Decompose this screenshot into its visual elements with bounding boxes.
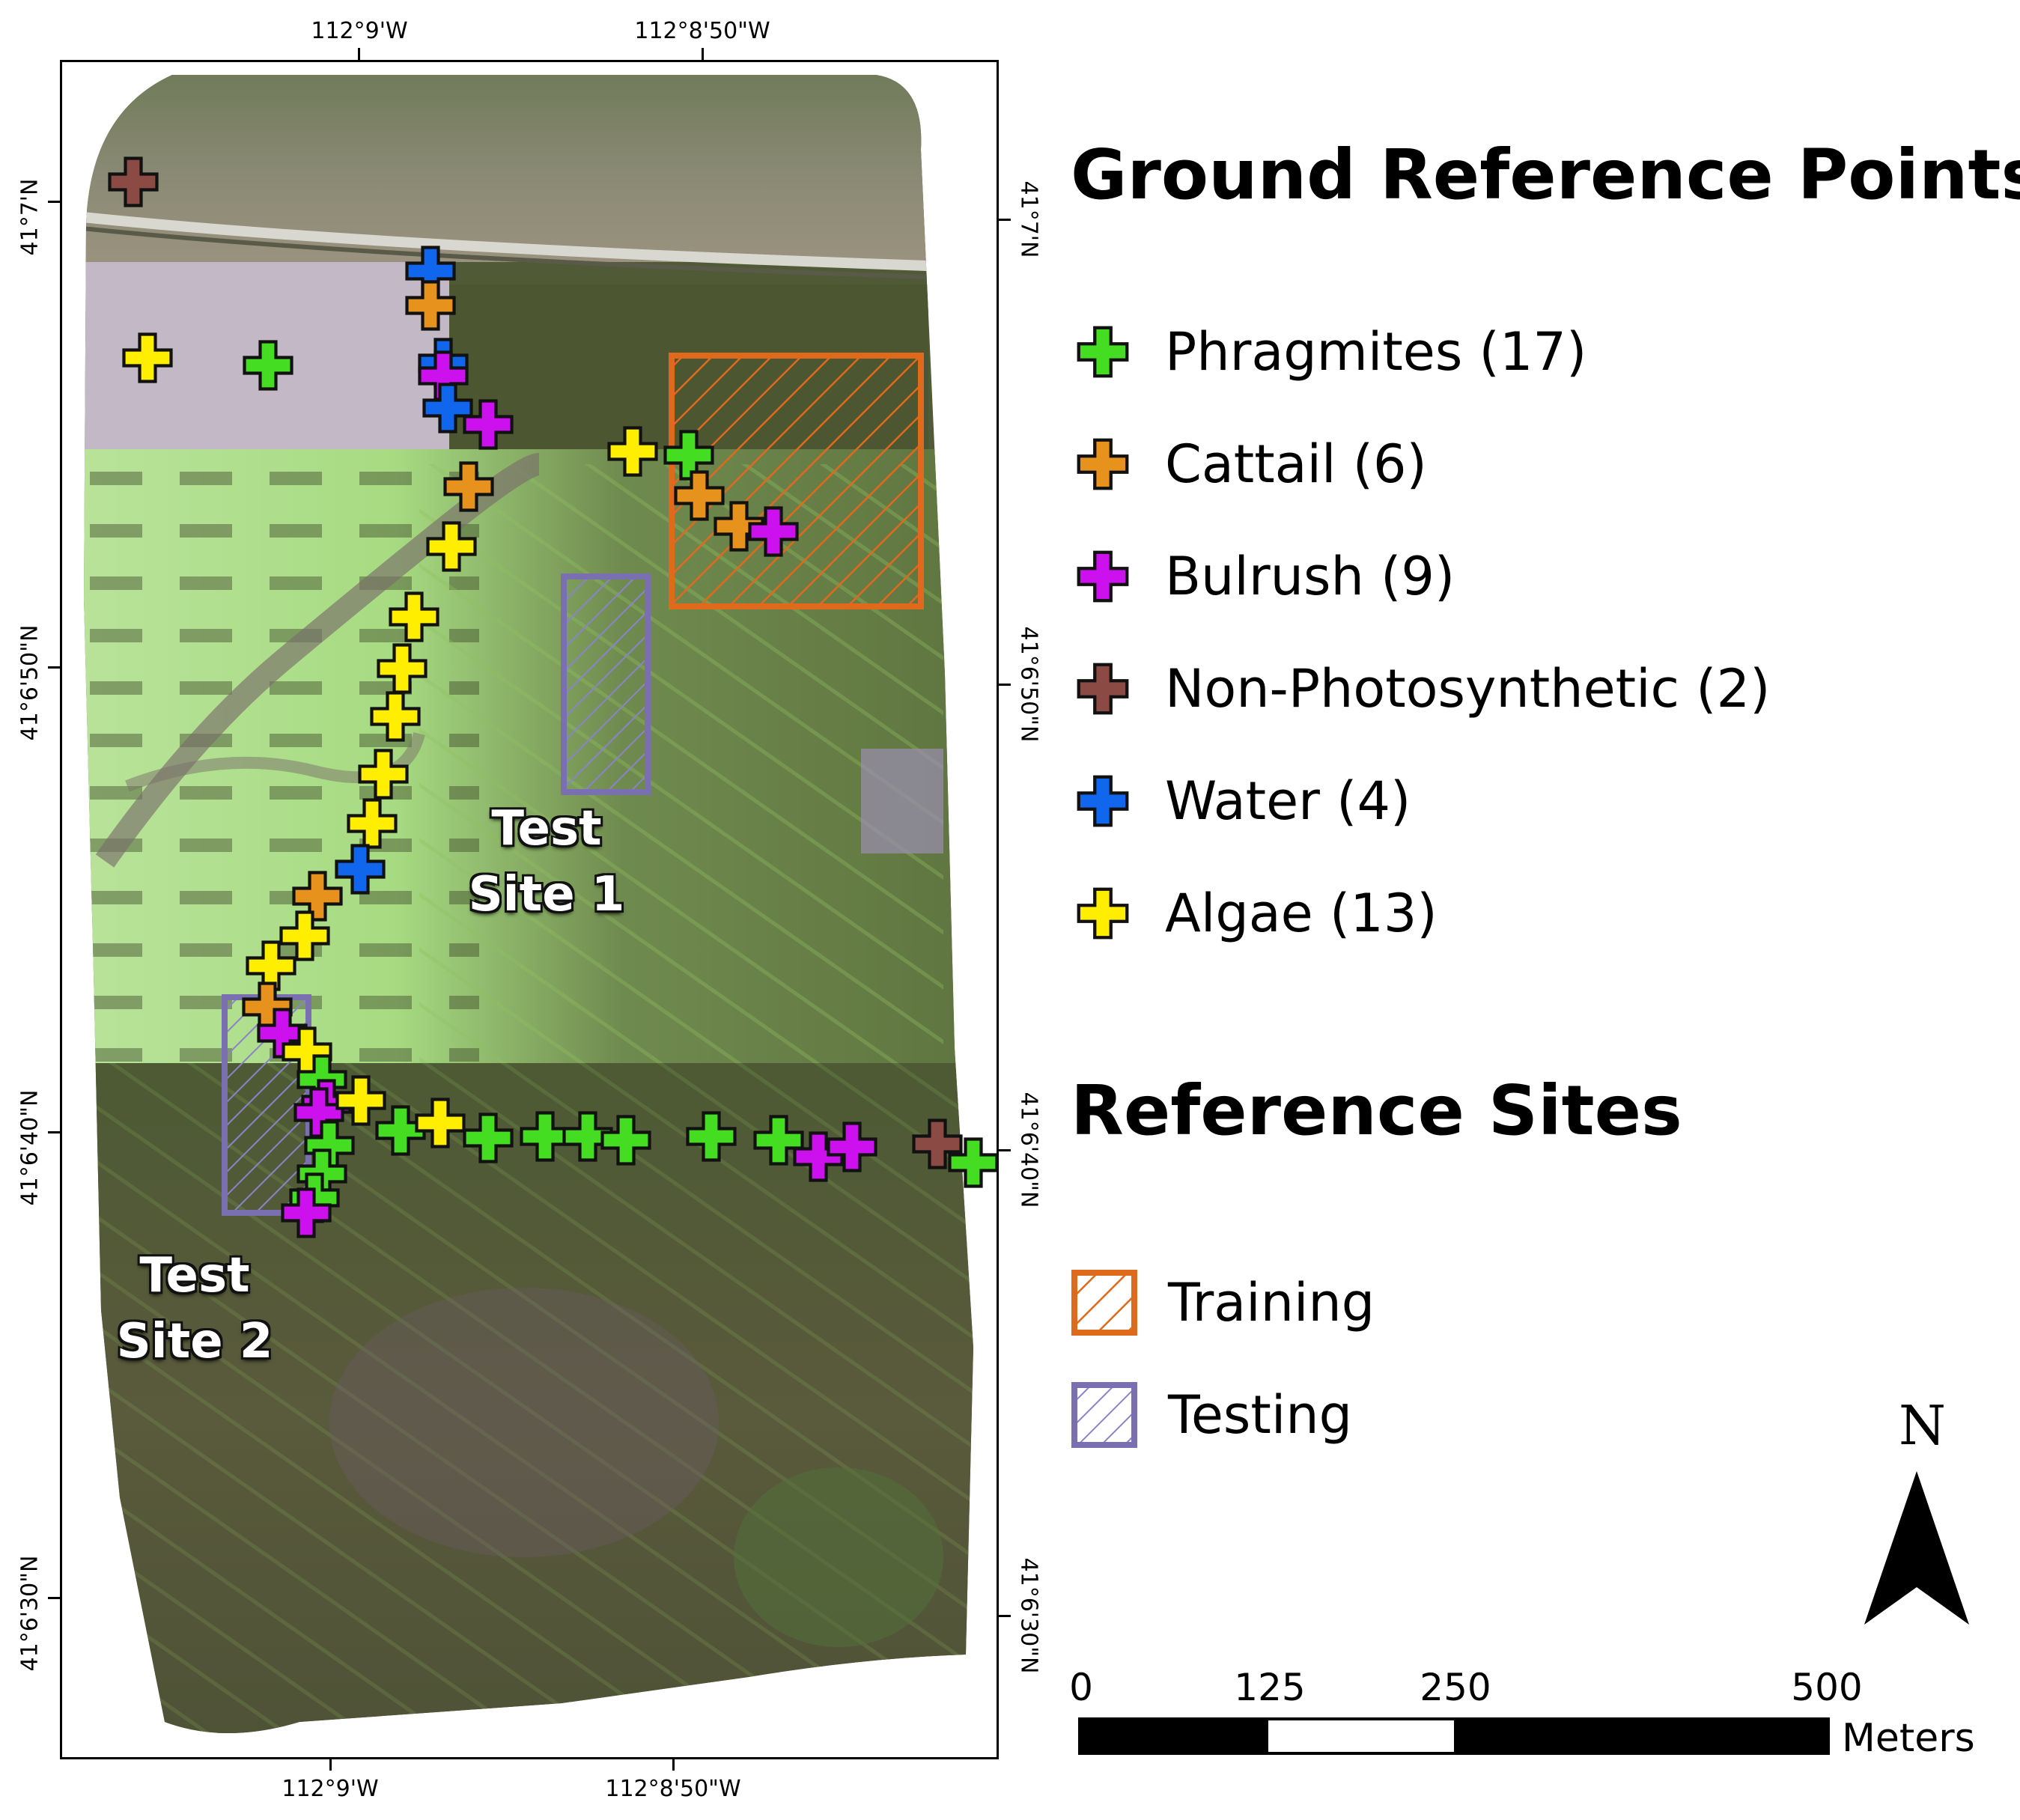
training-site[interactable] <box>669 353 924 609</box>
tick-top-1 <box>358 48 360 61</box>
left-lat-label-2: 41°6'50"N <box>16 624 43 741</box>
legend-points-title: Ground Reference Points <box>1071 135 2020 215</box>
legend-label-training: Training <box>1168 1272 1375 1333</box>
test-site-1-label: Test Site 1 <box>457 796 636 928</box>
right-lat-label-4: 41°6'30"N <box>1015 1557 1042 1674</box>
tick-right-2 <box>997 684 1011 686</box>
tick-top-2 <box>702 48 704 61</box>
scale-tick-250: 250 <box>1420 1666 1491 1709</box>
left-lat-label-4: 41°6'30"N <box>16 1555 43 1672</box>
legend-item-phragmites: Phragmites (17) <box>1071 314 1587 389</box>
test-site-2-line2: Site 2 <box>116 1314 273 1369</box>
legend-label-algae: Algae (13) <box>1165 883 1438 944</box>
tick-right-3 <box>997 1149 1011 1151</box>
scale-tick-0: 0 <box>1069 1666 1093 1709</box>
left-lat-label-3: 41°6'40"N <box>16 1089 43 1206</box>
top-lon-label-2: 112°8'50"W <box>634 18 770 44</box>
legend-item-non-photosynthetic: Non-Photosynthetic (2) <box>1071 651 1770 726</box>
bottom-lon-label-1: 112°9'W <box>282 1776 379 1802</box>
test-site-2-label: Test Site 2 <box>105 1243 285 1375</box>
scale-tick-500: 500 <box>1791 1666 1863 1709</box>
legend-item-bulrush: Bulrush (9) <box>1071 539 1455 614</box>
training-swatch-icon <box>1071 1270 1137 1336</box>
test-site-1-line1: Test <box>491 801 602 856</box>
north-letter: N <box>1899 1394 1946 1457</box>
scale-unit: Meters <box>1842 1716 1975 1761</box>
tick-bottom-1 <box>329 1757 332 1771</box>
legend-label-bulrush: Bulrush (9) <box>1165 546 1455 607</box>
plus-marker-icon <box>1071 769 1135 833</box>
tick-left-2 <box>48 666 61 669</box>
testing-swatch-icon <box>1071 1382 1137 1448</box>
plus-marker-icon <box>1071 657 1135 721</box>
tick-left-3 <box>48 1131 61 1133</box>
test-site-1-line2: Site 1 <box>468 867 625 922</box>
top-lon-label-1: 112°9'W <box>311 18 408 44</box>
legend-item-cattail: Cattail (6) <box>1071 427 1427 502</box>
tick-left-4 <box>48 1597 61 1599</box>
legend-label-water: Water (4) <box>1165 770 1411 832</box>
legend-item-algae: Algae (13) <box>1071 876 1438 951</box>
plus-marker-icon <box>1071 544 1135 609</box>
test-site-2-line1: Test <box>139 1248 250 1303</box>
map-canvas[interactable] <box>0 0 2020 1820</box>
right-lat-label-3: 41°6'40"N <box>1015 1092 1042 1208</box>
tick-bottom-2 <box>672 1757 675 1771</box>
tick-right-1 <box>997 219 1011 221</box>
legend-item-water: Water (4) <box>1071 764 1411 839</box>
tick-left-1 <box>48 201 61 203</box>
plus-marker-icon <box>1071 881 1135 946</box>
legend-label-non-photosynthetic: Non-Photosynthetic (2) <box>1165 658 1771 719</box>
scale-tick-125: 125 <box>1234 1666 1306 1709</box>
right-lat-label-2: 41°6'50"N <box>1015 626 1042 743</box>
test-site-1[interactable] <box>561 573 651 795</box>
legend-item-testing: Testing <box>1071 1378 1352 1452</box>
legend-sites-title: Reference Sites <box>1071 1071 1682 1151</box>
bottom-lon-label-2: 112°8'50"W <box>605 1776 741 1802</box>
legend-item-training: Training <box>1071 1265 1375 1340</box>
legend-label-phragmites: Phragmites (17) <box>1165 321 1587 383</box>
scale-bar <box>1078 1717 1830 1755</box>
right-lat-label-1: 41°7'N <box>1015 180 1042 258</box>
legend-label-cattail: Cattail (6) <box>1165 433 1427 495</box>
tick-right-4 <box>997 1615 1011 1617</box>
plus-marker-icon <box>1071 320 1135 384</box>
left-lat-label-1: 41°7'N <box>16 178 43 256</box>
plus-marker-icon <box>1071 432 1135 496</box>
legend-label-testing: Testing <box>1168 1384 1353 1446</box>
north-arrow-icon <box>1864 1471 1969 1625</box>
